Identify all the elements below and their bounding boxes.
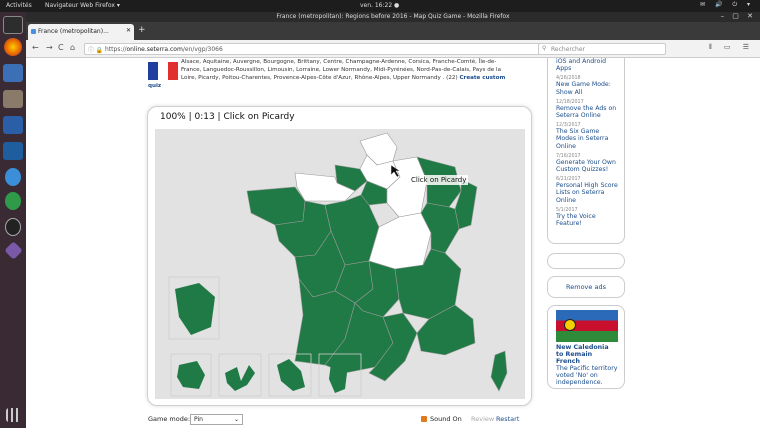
forward-icon[interactable]: → [46,43,53,52]
map-tooltip: Click on Picardy [409,175,469,185]
back-icon[interactable]: ← [32,43,39,52]
url-path: /en/vgp/3066 [182,46,223,53]
region-bourgogne[interactable] [368,212,432,270]
tab-bar: France (metropolitan)... ✕ + [26,22,760,40]
window-title: France (metropolitan): Regions before 20… [276,13,510,20]
news-item: 4/26/2018 New Game Mode: Show All [556,76,621,95]
news-item: 6/21/2017 Personal High Score Lists on Se… [556,177,621,204]
activities-button[interactable]: Activités [6,2,32,9]
app-menu[interactable]: Navigateur Web Firefox ▾ [45,2,120,9]
url-bar[interactable]: ⓘ 🔒 https://online.seterra.com/en/vgp/30… [84,43,552,55]
lock-icon[interactable]: ⓘ 🔒 [88,45,103,54]
region-brittany[interactable] [246,186,306,226]
show-apps-icon[interactable] [6,408,20,422]
sidebar: iOS and Android Apps 4/26/2018 New Game M… [547,58,625,389]
favicon-icon [31,29,36,34]
region-guadeloupe[interactable] [225,365,255,391]
news-title[interactable]: New Game Mode: Show All [556,81,621,95]
files-icon[interactable] [3,90,23,108]
inset-guadeloupe[interactable] [218,353,262,397]
tab-title: France (metropolitan)... [38,28,109,35]
create-custom-link[interactable]: Create custom [459,75,505,81]
flag-emblem-icon [564,319,576,331]
system-tray[interactable]: ✉ 🔊 ⏻ ▾ [700,1,754,9]
region-corsica[interactable] [490,350,508,392]
url-domain: online.seterra.com [126,46,183,53]
launcher [0,12,26,428]
region-french-guiana[interactable] [175,283,215,335]
region-reunion[interactable] [177,361,205,389]
quiz-header: 100% | 0:13 | Click on Picardy [160,112,295,122]
app-purple-icon[interactable] [4,241,23,260]
empty-box [547,253,625,269]
news-list: iOS and Android Apps 4/26/2018 New Game M… [547,58,625,244]
new-caledonia-flag-image[interactable] [556,310,618,342]
toolbar-icons[interactable]: ⫴ ▭ ☰ [709,43,754,52]
obs-icon[interactable] [5,218,21,236]
news-title[interactable]: Generate Your Own Custom Quizzes! [556,159,621,173]
firefox-window: France (metropolitan): Regions before 20… [26,12,760,428]
app-green-icon[interactable] [5,192,21,210]
sound-toggle[interactable]: Sound On [421,415,462,423]
game-mode-value: Pin [194,416,203,423]
search-input[interactable]: ⚲ Rechercher [538,43,666,55]
news-item: 5/1/2017 Try the Voice Feature! [556,208,621,227]
news-item: 12/18/2017 Remove the Ads on Seterra Onli… [556,100,621,119]
wireshark-icon[interactable] [3,142,23,160]
os-top-bar: Activités Navigateur Web Firefox ▾ ven. … [0,0,760,12]
map-area[interactable]: Click on Picardy [155,129,525,399]
create-custom-quiz-link[interactable]: quiz [148,83,161,89]
restart-link[interactable]: Restart [496,415,519,423]
sound-label: Sound On [430,415,462,423]
search-icon: ⚲ [542,45,547,52]
search-placeholder: Rechercher [551,46,585,53]
firefox-icon[interactable] [4,38,22,56]
new-tab-button[interactable]: + [138,25,146,35]
france-map[interactable] [155,129,525,399]
review-link[interactable]: Review [471,415,494,423]
thunderbird-icon[interactable] [3,64,23,82]
quiz-container: 100% | 0:13 | Click on Picardy Click on … [147,106,532,406]
game-mode-label: Game mode: [148,415,191,423]
url-prefix: https:// [105,46,127,53]
news-item: iOS and Android Apps [556,58,621,72]
sound-checkbox[interactable] [421,416,427,422]
news-title[interactable]: Remove the Ads on Seterra Online [556,105,621,119]
news-title[interactable]: Personal High Score Lists on Seterra Onl… [556,182,621,204]
news-title[interactable]: Try the Voice Feature! [556,213,621,227]
chat-icon[interactable] [5,168,21,186]
page-content: Alsace, Aquitaine, Auvergne, Bourgogne, … [26,58,760,428]
chevron-down-icon: ⌄ [233,416,239,423]
tab-active[interactable]: France (metropolitan)... ✕ [28,24,134,40]
france-flag-icon [148,62,178,80]
tab-close-icon[interactable]: ✕ [126,27,131,34]
clock[interactable]: ven. 16:22 ● [360,2,399,9]
news-title[interactable]: The Six Game Modes in Seterra Online [556,128,621,150]
ad-box[interactable]: New Caledonia to Remain French The Pacif… [547,305,625,389]
ad-body: The Pacific territory voted 'No' on inde… [556,365,618,386]
monitor-icon[interactable] [3,116,23,134]
home-icon[interactable]: ⌂ [70,43,75,52]
terminal-icon[interactable] [3,16,23,34]
regions-list: Alsace, Aquitaine, Auvergne, Bourgogne, … [181,58,511,82]
title-bar: France (metropolitan): Regions before 20… [26,12,760,22]
remove-ads-button[interactable]: Remove ads [547,276,625,298]
window-controls[interactable]: – ▢ ✕ [721,12,756,20]
news-item: 7/16/2017 Generate Your Own Custom Quizze… [556,154,621,173]
region-martinique[interactable] [277,359,305,391]
game-mode-select[interactable]: Pin ⌄ [190,414,243,425]
news-title[interactable]: iOS and Android Apps [556,58,621,72]
regions-text: Alsace, Aquitaine, Auvergne, Bourgogne, … [181,59,501,81]
news-item: 12/3/2017 The Six Game Modes in Seterra O… [556,123,621,150]
reload-icon[interactable]: C [58,43,64,52]
nav-bar: ← → C ⌂ ⓘ 🔒 https://online.seterra.com/e… [26,40,760,58]
ad-title[interactable]: New Caledonia to Remain French [556,344,618,365]
